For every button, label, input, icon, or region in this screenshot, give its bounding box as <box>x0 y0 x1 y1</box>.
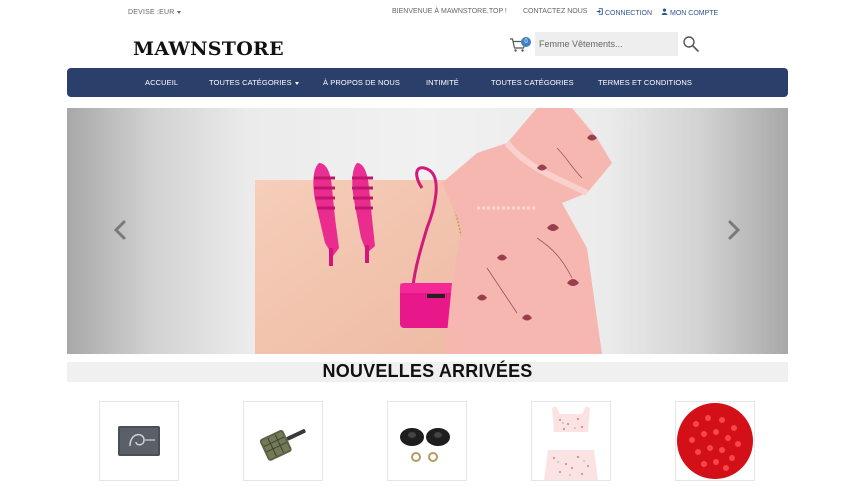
hero-banner-image <box>255 108 612 354</box>
login-icon <box>596 8 603 17</box>
site-logo[interactable]: MAWNSTORE <box>133 38 284 60</box>
search-button[interactable] <box>682 35 700 53</box>
product-card[interactable] <box>243 401 323 481</box>
slider-next-arrow[interactable] <box>727 220 741 240</box>
currency-label: DEVISE :EUR <box>128 9 175 16</box>
user-icon <box>661 8 668 17</box>
account-link[interactable]: MON COMPTE <box>661 8 718 17</box>
caret-down-icon <box>176 10 181 14</box>
search-input[interactable] <box>535 32 678 56</box>
product-image <box>544 406 598 480</box>
cart-count-badge: 0 <box>521 37 531 47</box>
product-card[interactable] <box>531 401 611 481</box>
product-card[interactable] <box>99 401 179 481</box>
nav-item-home[interactable]: ACCUEIL <box>145 68 178 97</box>
slider-prev-arrow[interactable] <box>113 220 127 240</box>
main-navigation: ACCUEIL TOUTES CATÉGORIES À PROPOS DE NO… <box>67 68 788 97</box>
login-label: CONNECTION <box>605 10 653 17</box>
account-label: MON COMPTE <box>670 10 719 17</box>
product-card[interactable] <box>675 401 755 481</box>
nav-item-about[interactable]: À PROPOS DE NOUS <box>323 68 400 97</box>
search-icon <box>683 36 699 52</box>
login-link[interactable]: CONNECTION <box>596 8 652 17</box>
product-image <box>390 418 464 462</box>
nav-item-categories-dropdown[interactable]: TOUTES CATÉGORIES <box>209 68 299 97</box>
welcome-text: BIENVENUE À MAWNSTORE.TOP ! <box>392 8 507 15</box>
new-arrivals-title: NOUVELLES ARRIVÉES <box>322 361 533 381</box>
nav-item-intimacy[interactable]: INTIMITÉ <box>426 68 459 97</box>
product-image <box>118 426 160 456</box>
nav-item-all-categories[interactable]: TOUTES CATÉGORIES <box>491 68 574 97</box>
cart-button[interactable]: 0 <box>509 37 531 55</box>
product-card[interactable] <box>387 401 467 481</box>
contact-link[interactable]: CONTACTEZ NOUS <box>523 8 587 15</box>
product-image <box>677 403 753 479</box>
nav-item-terms[interactable]: TERMES ET CONDITIONS <box>598 68 692 97</box>
top-bar: DEVISE :EUR BIENVENUE À MAWNSTORE.TOP ! … <box>0 0 852 26</box>
nav-item-categories-label: TOUTES CATÉGORIES <box>209 78 292 87</box>
product-image <box>259 429 306 461</box>
hero-slider[interactable] <box>67 108 788 354</box>
caret-down-icon <box>294 81 299 85</box>
currency-dropdown[interactable]: DEVISE :EUR <box>128 9 181 16</box>
